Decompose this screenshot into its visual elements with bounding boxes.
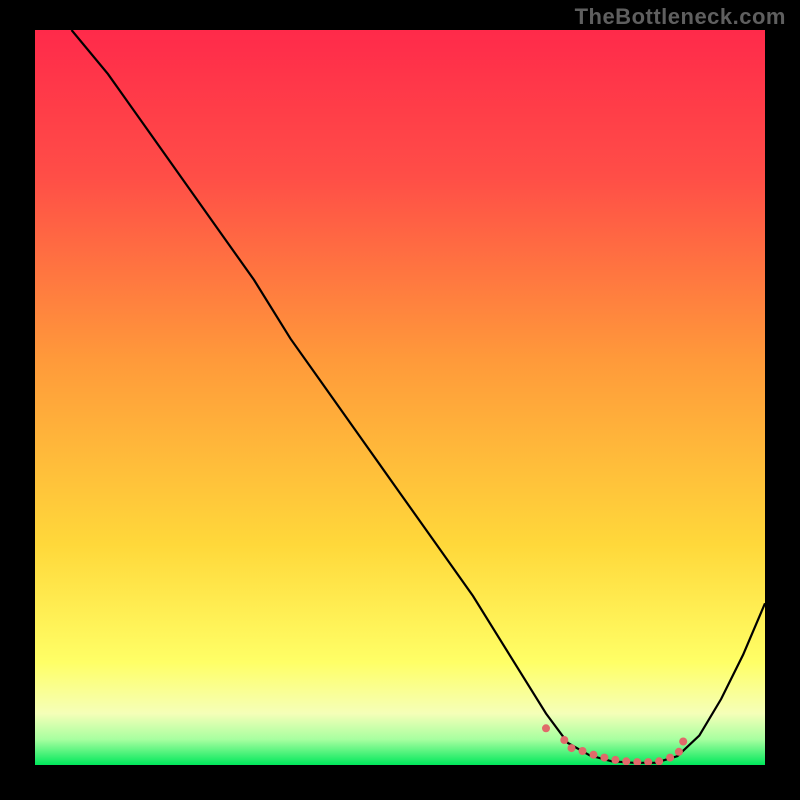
watermark-label: TheBottleneck.com [575,4,786,30]
valley-marker [579,747,587,755]
valley-marker [679,738,687,746]
valley-marker [622,757,630,765]
gradient-background [35,30,765,765]
valley-marker [542,724,550,732]
valley-marker [590,751,598,759]
chart-frame: TheBottleneck.com [0,0,800,800]
valley-marker [666,754,674,762]
valley-marker [611,756,619,764]
valley-marker [675,748,683,756]
valley-marker [560,736,568,744]
valley-marker [568,744,576,752]
plot-svg [35,30,765,765]
valley-marker [655,757,663,765]
valley-marker [600,754,608,762]
